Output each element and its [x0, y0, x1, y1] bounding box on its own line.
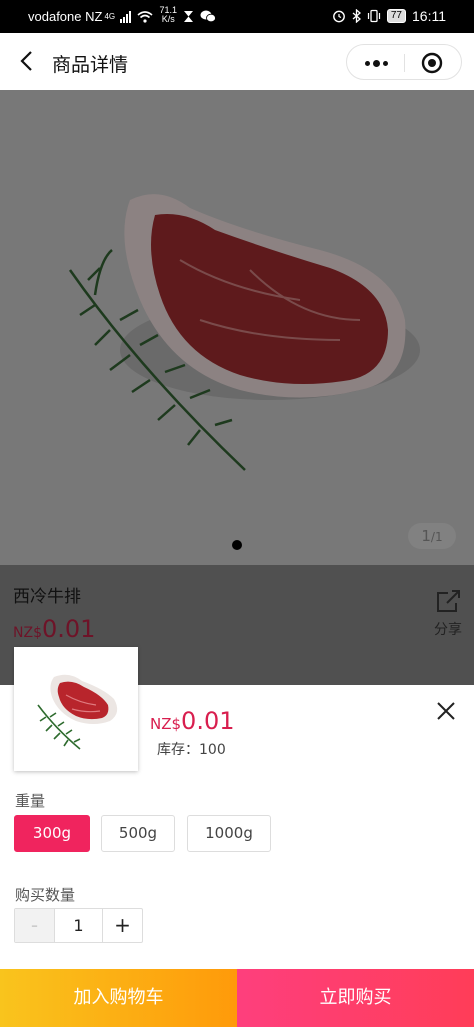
- increase-button[interactable]: +: [103, 909, 142, 942]
- weight-label: 重量: [15, 792, 46, 810]
- mini-program-capsule: [346, 44, 462, 80]
- product-price: NZ$0.01: [13, 615, 96, 643]
- close-target-icon[interactable]: [420, 51, 444, 75]
- buy-now-button[interactable]: 立即购买: [237, 969, 474, 1027]
- status-bar: vodafone NZ 4G 71.1 K/s 77 16:11: [0, 0, 474, 33]
- vibrate-icon: [367, 9, 380, 23]
- quantity-stepper: - 1 +: [14, 908, 143, 943]
- signal-icon: [120, 10, 132, 23]
- decrease-button[interactable]: -: [15, 909, 54, 942]
- clock: 16:11: [412, 8, 446, 24]
- carrier-name: vodafone NZ: [28, 9, 103, 24]
- battery-indicator: 77: [386, 9, 406, 23]
- carousel-dot: [232, 540, 242, 550]
- close-icon[interactable]: [434, 699, 458, 723]
- quantity-label: 购买数量: [15, 886, 76, 904]
- network-speed: 71.1 K/s: [159, 4, 177, 24]
- share-icon: [437, 590, 460, 612]
- alarm-icon: [332, 10, 345, 23]
- product-name: 西冷牛排: [13, 587, 81, 607]
- wifi-icon: [137, 10, 153, 23]
- weight-option-1000g[interactable]: 1000g: [187, 815, 271, 852]
- quantity-value[interactable]: 1: [54, 909, 103, 942]
- hourglass-icon: [183, 11, 193, 22]
- nav-bar: 商品详情: [0, 33, 474, 90]
- bluetooth-icon: [352, 9, 361, 23]
- stock-count: 库存：100: [157, 742, 226, 758]
- image-pager: 1/1: [408, 523, 456, 549]
- steak-thumbnail-icon: [37, 674, 118, 750]
- sku-price: NZ$0.01: [150, 707, 235, 735]
- weight-option-500g[interactable]: 500g: [101, 815, 175, 852]
- sku-thumbnail: [14, 647, 138, 771]
- back-arrow-icon[interactable]: [16, 49, 40, 73]
- capsule-divider: [404, 54, 405, 72]
- add-to-cart-button[interactable]: 加入购物车: [0, 969, 237, 1027]
- page-title: 商品详情: [52, 54, 129, 76]
- weight-option-300g[interactable]: 300g: [14, 815, 90, 852]
- wechat-icon: [200, 10, 216, 23]
- product-gallery[interactable]: 1/1: [0, 90, 474, 565]
- share-label: 分享: [434, 622, 462, 638]
- share-button[interactable]: 分享: [430, 589, 466, 639]
- steak-image: [68, 194, 420, 471]
- network-type: 4G: [104, 11, 116, 21]
- more-dots-icon[interactable]: [361, 54, 391, 72]
